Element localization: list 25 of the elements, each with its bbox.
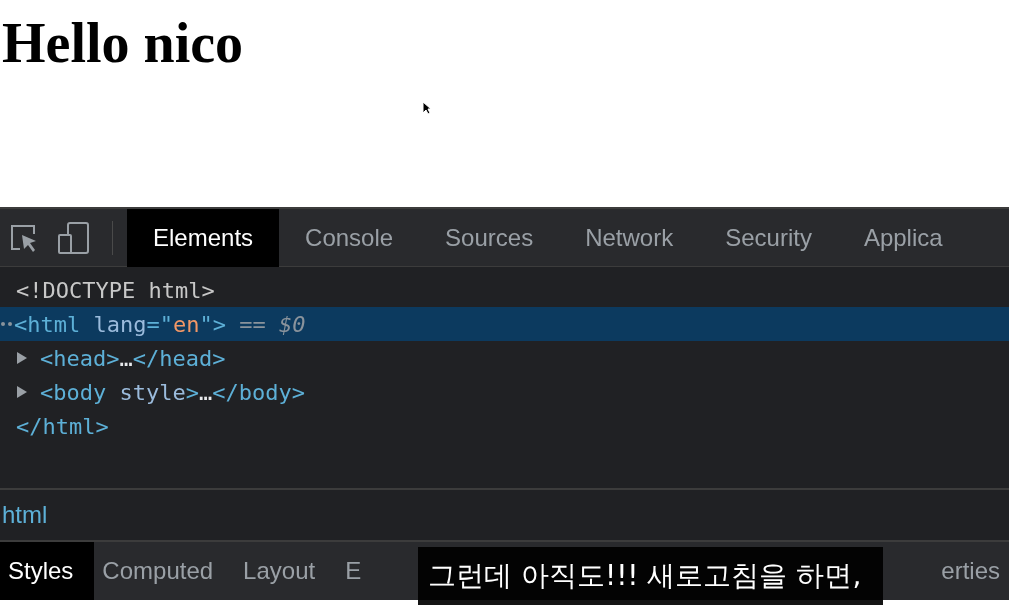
dom-node[interactable]: <head>…</head>	[40, 341, 226, 375]
cursor-icon	[422, 101, 432, 115]
more-dots-icon[interactable]	[0, 321, 14, 327]
dom-node[interactable]: <html lang="en"> == $0	[14, 307, 306, 341]
breadcrumb-link[interactable]: html	[0, 497, 48, 533]
expand-triangle-icon[interactable]	[16, 385, 28, 399]
page-heading: Hello nico	[1, 11, 245, 76]
dom-node[interactable]: </html>	[16, 409, 109, 443]
subtitle-caption: 그런데 아직도!!! 새로고침을 하면,	[418, 547, 884, 605]
pane-tab[interactable]: Styles	[0, 542, 95, 600]
devtools-tab[interactable]: Sources	[419, 208, 560, 267]
dom-node[interactable]: <!DOCTYPE html>	[16, 273, 215, 307]
devtools-tab[interactable]: Network	[559, 208, 700, 267]
pane-tab[interactable]: Computed	[94, 542, 236, 600]
device-toolbar-icon[interactable]	[56, 220, 92, 255]
devtools-tab[interactable]: Security	[699, 208, 838, 267]
devtools-tab[interactable]: Applica	[837, 208, 969, 267]
pane-tab[interactable]: Layout	[235, 542, 338, 600]
pane-tab[interactable]: erties	[937, 542, 1009, 600]
pane-tab[interactable]: E	[337, 542, 384, 600]
dom-node[interactable]: <body style>…</body>	[40, 375, 305, 409]
devtools-tab[interactable]: Console	[279, 208, 420, 267]
devtools-tab[interactable]: Elements	[127, 208, 280, 267]
expand-triangle-icon[interactable]	[16, 351, 28, 365]
selected-row[interactable]: <html lang="en"> == $0	[0, 307, 1009, 341]
